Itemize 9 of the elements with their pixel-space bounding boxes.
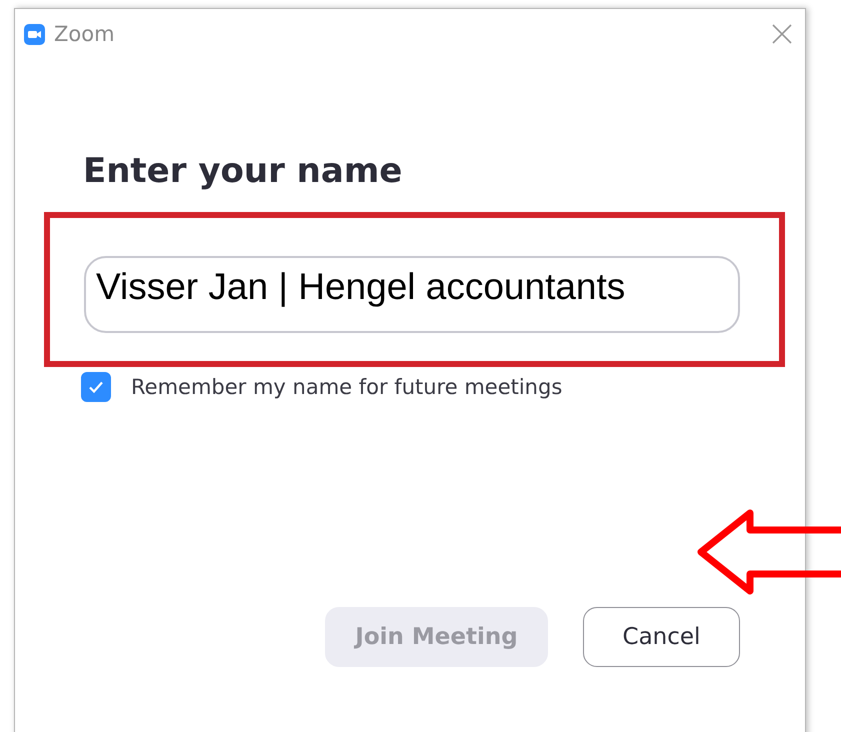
name-input-field[interactable]	[84, 256, 740, 333]
dialog-button[interactable]: Cancel	[583, 607, 740, 667]
close-button[interactable]	[771, 23, 793, 45]
dialog-heading: Enter your name	[83, 150, 404, 193]
camera-icon	[24, 24, 45, 44]
checkbox-label: Remember my name for future meetings	[131, 375, 562, 399]
annotation-text: Visser Jan | Hengel accountants	[96, 265, 626, 309]
window-title: Zoom	[54, 22, 116, 46]
remember-checkbox[interactable]	[81, 372, 111, 402]
